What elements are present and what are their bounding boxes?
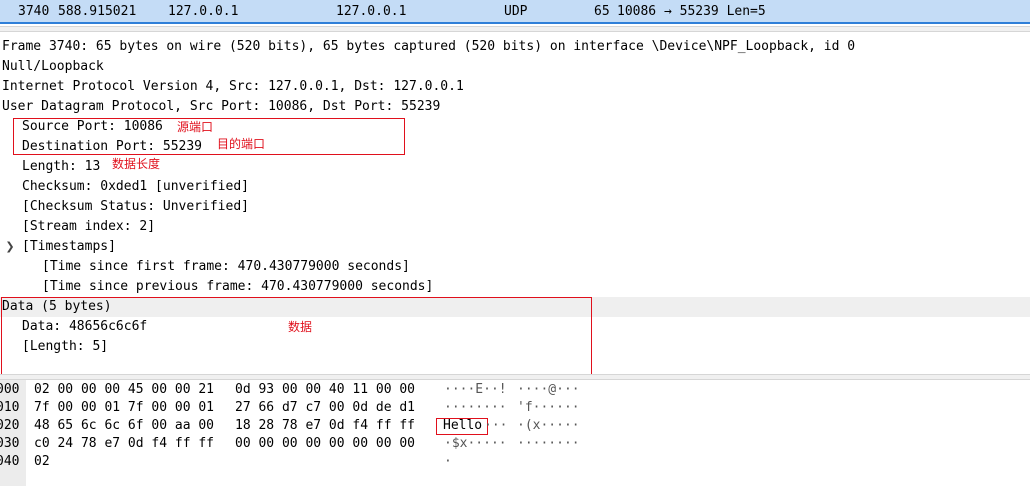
packet-source: 127.0.0.1 [168, 4, 239, 19]
tree-udp-checksum[interactable]: Checksum: 0xded1 [unverified] [22, 177, 249, 197]
ascii-group-2[interactable]: ····@··· [517, 381, 580, 399]
byte-offset: 010 [0, 400, 20, 415]
packet-time: 588.915021 [58, 4, 137, 19]
annotation-source-port: 源端口 [177, 120, 214, 134]
hex-group-2[interactable]: 0d 93 00 00 40 11 00 00 [235, 381, 415, 399]
packet-list-row-selected[interactable]: 3740 588.915021 127.0.0.1 127.0.0.1 UDP … [0, 0, 1030, 24]
byte-offset: 020 [0, 418, 20, 433]
ascii-group-1[interactable]: ········ [444, 399, 507, 417]
hex-group-1[interactable]: 02 00 00 00 45 00 00 21 [34, 381, 214, 399]
ascii-hello[interactable]: Hello [443, 417, 482, 435]
packet-length: 65 [594, 4, 610, 19]
tree-time-first[interactable]: [Time since first frame: 470.430779000 s… [42, 257, 410, 277]
packet-no: 3740 [18, 4, 50, 19]
tree-null-loopback[interactable]: Null/Loopback [2, 57, 104, 77]
tree-udp-length[interactable]: Length: 13 [22, 157, 100, 177]
ascii-group-2[interactable]: 'f······ [517, 399, 580, 417]
ascii-group-2[interactable]: ········ [517, 435, 580, 453]
ascii-group-1[interactable]: · [444, 453, 452, 471]
ascii-group-1-rest[interactable]: ··· [484, 417, 507, 435]
packet-details-pane: Frame 3740: 65 bytes on wire (520 bits),… [0, 32, 1030, 376]
ascii-group-2[interactable]: ·(x····· [517, 417, 580, 435]
hex-group-1[interactable]: c0 24 78 e7 0d f4 ff ff [34, 435, 214, 453]
byte-offset: 000 [0, 382, 20, 397]
tree-frame[interactable]: Frame 3740: 65 bytes on wire (520 bits),… [2, 37, 855, 57]
tree-udp-timestamps[interactable]: [Timestamps] [22, 237, 116, 257]
annotation-data: 数据 [288, 320, 313, 334]
hex-group-2[interactable]: 00 00 00 00 00 00 00 00 [235, 435, 415, 453]
tree-udp[interactable]: User Datagram Protocol, Src Port: 10086,… [2, 97, 440, 117]
tree-time-prev[interactable]: [Time since previous frame: 470.43077900… [42, 277, 433, 297]
hex-group-1[interactable]: 7f 00 00 01 7f 00 00 01 [34, 399, 214, 417]
chevron-down-icon[interactable]: ❯ [4, 237, 16, 257]
byte-offset: 040 [0, 454, 20, 469]
ascii-group-1[interactable]: ·$x····· [444, 435, 507, 453]
packet-destination: 127.0.0.1 [336, 4, 407, 19]
annotation-length: 数据长度 [112, 157, 161, 171]
hex-group-1[interactable]: 02 [34, 453, 50, 471]
packet-protocol: UDP [504, 4, 528, 19]
tree-udp-stream-index[interactable]: [Stream index: 2] [22, 217, 155, 237]
tree-udp-checksum-status[interactable]: [Checksum Status: Unverified] [22, 197, 249, 217]
hex-group-2[interactable]: 27 66 d7 c7 00 0d de d1 [235, 399, 415, 417]
hex-group-2[interactable]: 18 28 78 e7 0d f4 ff ff [235, 417, 415, 435]
ascii-group-1[interactable]: ····E··! [444, 381, 507, 399]
annotation-destination-port: 目的端口 [217, 137, 266, 151]
tree-ipv4[interactable]: Internet Protocol Version 4, Src: 127.0.… [2, 77, 464, 97]
packet-bytes-pane: 000 02 00 00 00 45 00 00 21 0d 93 00 00 … [0, 380, 1030, 486]
hex-group-1[interactable]: 48 65 6c 6c 6f 00 aa 00 [34, 417, 214, 435]
byte-offset: 030 [0, 436, 20, 451]
packet-info: 10086 → 55239 Len=5 [617, 4, 766, 19]
